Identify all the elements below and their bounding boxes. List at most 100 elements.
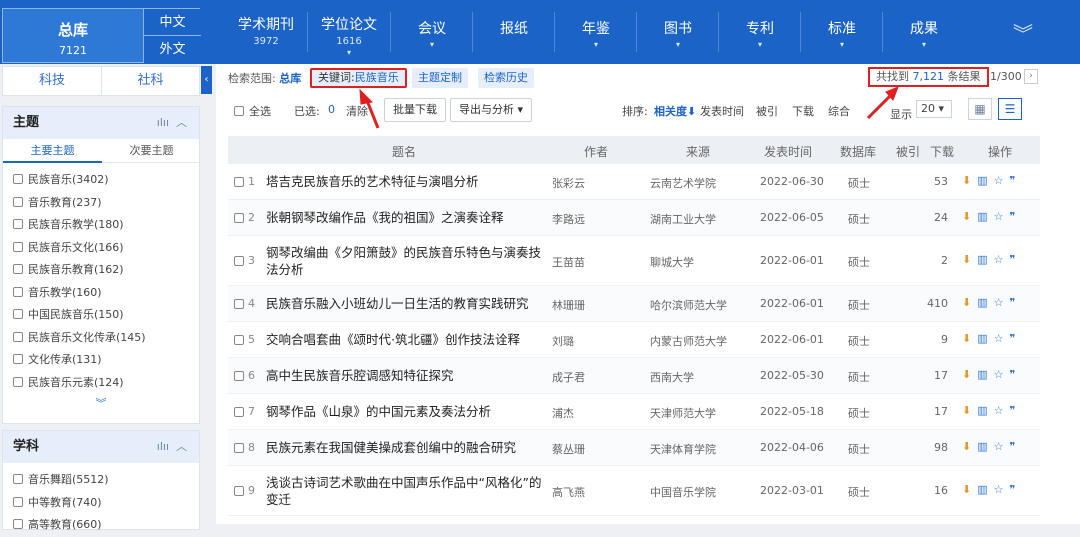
row-title-link[interactable]: 塔吉克民族音乐的艺术特征与演唱分析 <box>266 173 552 190</box>
chart-and-collapse-icon[interactable]: ılıı ︿ <box>157 431 187 463</box>
keyword-chip[interactable]: 关键词:民族音乐 <box>310 68 407 88</box>
favorite-icon[interactable]: ☆ <box>994 332 1010 345</box>
cite-icon[interactable]: ❞ <box>1010 253 1022 266</box>
read-icon[interactable]: ▥ <box>977 296 993 309</box>
read-icon[interactable]: ▥ <box>977 174 993 187</box>
nav-item-0[interactable]: 学术期刊 3972 <box>226 14 306 48</box>
row-checkbox[interactable] <box>234 335 244 345</box>
batch-download-button[interactable]: 批量下载 <box>384 98 446 122</box>
read-icon[interactable]: ▥ <box>977 440 993 453</box>
nav-item-5[interactable]: 图书 ▾ <box>638 18 718 49</box>
read-icon[interactable]: ▥ <box>977 332 993 345</box>
download-icon[interactable]: ⬇ <box>962 296 977 309</box>
row-source[interactable]: 内蒙古师范大学 <box>650 333 727 349</box>
facet-item[interactable]: 高等教育(660) <box>3 514 199 537</box>
nav-item-4[interactable]: 年鉴 ▾ <box>556 18 636 49</box>
facet-checkbox[interactable] <box>13 496 23 507</box>
facet-checkbox[interactable] <box>13 376 23 387</box>
page-size-select[interactable]: 20 ▾ <box>916 100 952 118</box>
tab-social-science[interactable]: 社科 <box>101 67 199 95</box>
row-title-link[interactable]: 钢琴改编曲《夕阳箫鼓》的民族音乐特色与演奏技法分析 <box>266 244 552 278</box>
row-title-link[interactable]: 民族音乐融入小班幼儿一日生活的教育实践研究 <box>266 295 552 312</box>
facet-checkbox[interactable] <box>13 264 23 274</box>
favorite-icon[interactable]: ☆ <box>994 440 1010 453</box>
facet-item[interactable]: 中等教育(740) <box>3 492 199 515</box>
search-history-button[interactable]: 检索历史 <box>478 68 534 88</box>
row-source[interactable]: 聊城大学 <box>650 254 694 270</box>
download-icon[interactable]: ⬇ <box>962 253 977 266</box>
theme-custom-button[interactable]: 主题定制 <box>412 68 468 88</box>
nav-item-1[interactable]: 学位论文 1616 ▾ <box>309 14 389 57</box>
row-title-link[interactable]: 高中生民族音乐腔调感知特征探究 <box>266 367 552 384</box>
facet-item[interactable]: 音乐教学(160) <box>3 282 199 305</box>
grid-view-icon[interactable]: ▦ <box>968 98 992 120</box>
row-checkbox[interactable] <box>234 371 244 381</box>
tab-main-topic[interactable]: 主要主题 <box>3 139 102 163</box>
row-author[interactable]: 成子君 <box>552 369 585 385</box>
row-author[interactable]: 李路远 <box>552 211 585 227</box>
read-icon[interactable]: ▥ <box>977 404 993 417</box>
nav-item-3[interactable]: 报纸 <box>474 18 554 40</box>
facet-checkbox[interactable] <box>13 519 23 529</box>
lang-foreign-button[interactable]: 外文 <box>143 36 201 63</box>
row-title-link[interactable]: 交响合唱套曲《颂时代·筑北疆》创作技法诠释 <box>266 331 552 348</box>
facet-checkbox[interactable] <box>13 309 23 319</box>
chart-and-collapse-icon[interactable]: ılıı ︿ <box>157 107 187 139</box>
favorite-icon[interactable]: ☆ <box>994 483 1010 496</box>
nav-item-6[interactable]: 专利 ▾ <box>720 18 800 49</box>
facet-checkbox[interactable] <box>13 354 23 364</box>
row-checkbox[interactable] <box>234 256 244 266</box>
tab-secondary-topic[interactable]: 次要主题 <box>102 139 201 163</box>
row-title-link[interactable]: 浅谈古诗词艺术歌曲在中国声乐作品中“风格化”的变迁 <box>266 474 552 508</box>
nav-item-7[interactable]: 标准 ▾ <box>802 18 882 49</box>
row-source[interactable]: 西南大学 <box>650 369 694 385</box>
sort-download[interactable]: 下载 <box>792 103 814 119</box>
row-source[interactable]: 天津体育学院 <box>650 441 716 457</box>
row-title-link[interactable]: 张朝钢琴改编作品《我的祖国》之演奏诠释 <box>266 209 552 226</box>
facet-item[interactable]: 文化传承(131) <box>3 349 199 372</box>
row-source[interactable]: 湖南工业大学 <box>650 211 716 227</box>
row-checkbox[interactable] <box>234 177 244 187</box>
sort-comprehensive[interactable]: 综合 <box>828 103 850 119</box>
row-source[interactable]: 中国音乐学院 <box>650 484 716 500</box>
show-more-icon[interactable]: ︾ <box>3 394 199 414</box>
total-library-tab[interactable]: 总库 7121 中文 外文 <box>2 8 201 63</box>
facet-checkbox[interactable] <box>13 196 23 207</box>
facet-checkbox[interactable] <box>13 474 23 484</box>
download-icon[interactable]: ⬇ <box>962 210 977 223</box>
sort-cited[interactable]: 被引 <box>756 103 778 119</box>
cite-icon[interactable]: ❞ <box>1010 210 1022 223</box>
nav-item-2[interactable]: 会议 ▾ <box>392 18 472 49</box>
read-icon[interactable]: ▥ <box>977 253 993 266</box>
download-icon[interactable]: ⬇ <box>962 440 977 453</box>
facet-checkbox[interactable] <box>13 219 23 229</box>
row-author[interactable]: 刘璐 <box>552 333 574 349</box>
facet-item[interactable]: 民族音乐教育(162) <box>3 259 199 282</box>
sort-date[interactable]: 发表时间 <box>700 103 744 119</box>
cite-icon[interactable]: ❞ <box>1010 368 1022 381</box>
cite-icon[interactable]: ❞ <box>1010 174 1022 187</box>
facet-item[interactable]: 民族音乐文化(166) <box>3 237 199 260</box>
facet-checkbox[interactable] <box>13 174 23 184</box>
facet-item[interactable]: 音乐教育(237) <box>3 192 199 215</box>
row-checkbox[interactable] <box>234 486 244 496</box>
row-checkbox[interactable] <box>234 407 244 417</box>
row-author[interactable]: 蔡丛珊 <box>552 441 585 457</box>
row-source[interactable]: 天津师范大学 <box>650 405 716 421</box>
row-author[interactable]: 浦杰 <box>552 405 574 421</box>
read-icon[interactable]: ▥ <box>977 210 993 223</box>
download-icon[interactable]: ⬇ <box>962 483 977 496</box>
facet-item[interactable]: 民族音乐文化传承(145) <box>3 327 199 350</box>
facet-item[interactable]: 民族音乐(3402) <box>3 169 199 192</box>
cite-icon[interactable]: ❞ <box>1010 332 1022 345</box>
cite-icon[interactable]: ❞ <box>1010 296 1022 309</box>
favorite-icon[interactable]: ☆ <box>994 210 1010 223</box>
list-view-icon[interactable]: ☰ <box>998 98 1022 120</box>
nav-item-8[interactable]: 成果 ▾ <box>884 18 964 49</box>
favorite-icon[interactable]: ☆ <box>994 253 1010 266</box>
row-author[interactable]: 王苗苗 <box>552 254 585 270</box>
download-icon[interactable]: ⬇ <box>962 174 977 187</box>
facet-item[interactable]: 音乐舞蹈(5512) <box>3 469 199 492</box>
row-source[interactable]: 云南艺术学院 <box>650 175 716 191</box>
download-icon[interactable]: ⬇ <box>962 404 977 417</box>
